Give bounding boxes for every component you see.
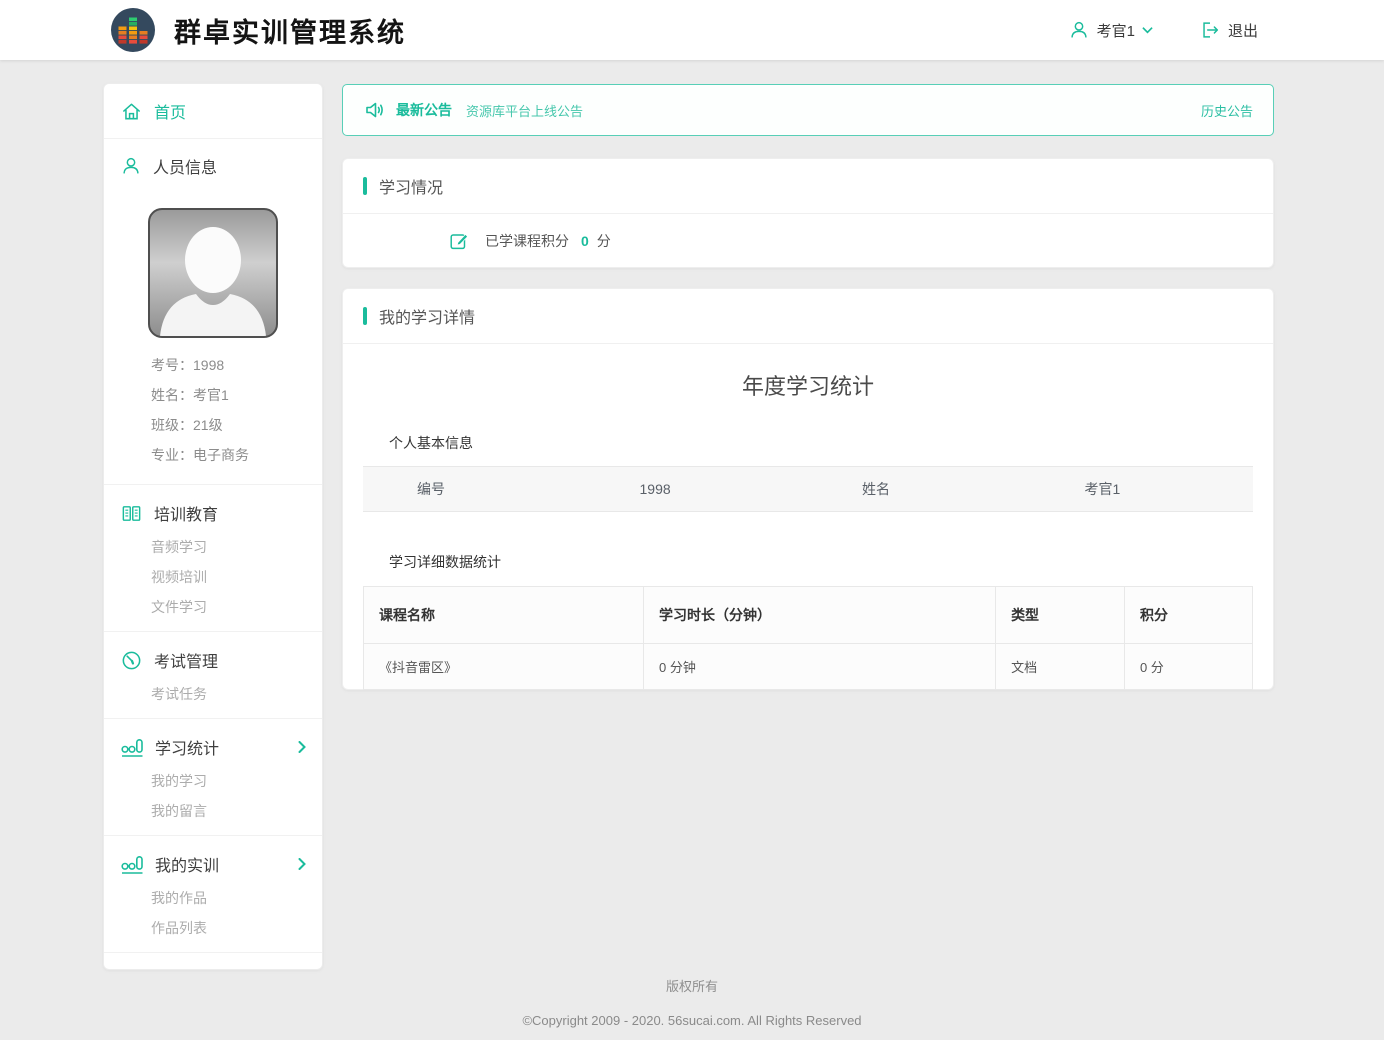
chevron-right-icon — [298, 858, 306, 870]
sidebar-item-audio-study[interactable]: 音频学习 — [104, 532, 322, 562]
table-header-row: 课程名称 学习时长（分钟） 类型 积分 — [364, 587, 1253, 644]
sidebar-item-file-study[interactable]: 文件学习 — [104, 592, 322, 622]
sidebar-item-label: 人员信息 — [153, 154, 217, 178]
app-header: 群卓实训管理系统 考官1 退出 — [0, 0, 1384, 60]
sidebar: 首页 人员信息 考号：1998 姓名：考官1 班级：21级 专业：电子商务 — [103, 83, 323, 970]
accent-bar — [363, 307, 367, 325]
study-status-title: 学习情况 — [379, 174, 443, 198]
cell-course-name: 《抖音雷区》 — [364, 644, 644, 690]
sidebar-item-label: 首页 — [154, 99, 186, 123]
logout-icon — [1199, 19, 1221, 41]
sidebar-item-study-statistics[interactable]: 学习统计 — [104, 728, 322, 766]
profile-grade: 班级：21级 — [151, 410, 322, 440]
copyright-line1: 版权所有 — [0, 976, 1384, 995]
announcement-link[interactable]: 资源库平台上线公告 — [466, 101, 583, 120]
user-name: 考官1 — [1097, 20, 1135, 41]
sidebar-group-label: 学习统计 — [155, 735, 219, 759]
sidebar-item-profile[interactable]: 人员信息 — [104, 139, 322, 193]
profile-exam-no: 考号：1998 — [151, 350, 322, 380]
avatar — [148, 208, 278, 338]
sidebar-item-training-education[interactable]: 培训教育 — [104, 494, 322, 532]
bar-chart-icon — [120, 852, 144, 876]
history-announcements-link[interactable]: 历史公告 — [1201, 101, 1253, 120]
col-study-duration: 学习时长（分钟） — [644, 587, 996, 644]
sidebar-item-works-list[interactable]: 作品列表 — [104, 913, 322, 943]
divider — [104, 952, 322, 953]
credit-row: 已学课程积分 0 分 — [343, 214, 1273, 268]
table-row: 《抖音雷区》 0 分钟 文档 0 分 — [364, 644, 1253, 690]
open-book-icon — [120, 502, 143, 525]
basic-id-value: 1998 — [586, 481, 809, 497]
credit-unit: 分 — [597, 231, 611, 251]
sidebar-group-training: 培训教育 音频学习 视频培训 文件学习 — [104, 485, 322, 631]
user-icon — [1068, 19, 1090, 41]
bar-chart-icon — [120, 735, 144, 759]
cell-credits: 0 分 — [1124, 644, 1252, 690]
announcement-bar: 最新公告 资源库平台上线公告 历史公告 — [342, 84, 1274, 136]
sidebar-group-my-practice: 我的实训 我的作品 作品列表 — [104, 836, 322, 952]
speaker-icon — [363, 98, 387, 122]
col-course-name: 课程名称 — [364, 587, 644, 644]
compass-clock-icon — [120, 649, 143, 672]
sidebar-item-my-works[interactable]: 我的作品 — [104, 883, 322, 913]
home-icon — [120, 100, 143, 123]
cell-type: 文档 — [996, 644, 1125, 690]
sidebar-group-study-stats: 学习统计 我的学习 我的留言 — [104, 719, 322, 835]
basic-info-label: 个人基本信息 — [389, 433, 1253, 453]
basic-id-label: 编号 — [363, 479, 586, 499]
equalizer-logo-icon — [110, 7, 156, 53]
credit-label: 已学课程积分 — [485, 231, 569, 251]
study-detail-title: 我的学习详情 — [379, 304, 475, 328]
logout-button[interactable]: 退出 — [1199, 19, 1258, 41]
profile-info: 考号：1998 姓名：考官1 班级：21级 专业：电子商务 — [151, 350, 322, 470]
accent-bar — [363, 177, 367, 195]
col-type: 类型 — [996, 587, 1125, 644]
sidebar-item-my-messages[interactable]: 我的留言 — [104, 796, 322, 826]
chevron-down-icon — [1142, 26, 1153, 34]
app-logo: 群卓实训管理系统 — [110, 7, 406, 53]
sidebar-item-my-study[interactable]: 我的学习 — [104, 766, 322, 796]
sidebar-group-label: 我的实训 — [155, 852, 219, 876]
edit-icon — [448, 230, 470, 252]
detail-stats-label: 学习详细数据统计 — [389, 552, 1253, 572]
sidebar-group-exam: 考试管理 考试任务 — [104, 632, 322, 718]
study-detail-card: 我的学习详情 年度学习统计 个人基本信息 编号 1998 姓名 考官1 学习详细… — [342, 288, 1274, 690]
basic-info-row: 编号 1998 姓名 考官1 — [363, 466, 1253, 512]
study-status-header: 学习情况 — [343, 159, 1273, 214]
sidebar-group-label: 考试管理 — [154, 648, 218, 672]
sidebar-item-video-training[interactable]: 视频培训 — [104, 562, 322, 592]
cell-study-duration: 0 分钟 — [644, 644, 996, 690]
sidebar-item-exam-management[interactable]: 考试管理 — [104, 641, 322, 679]
copyright-line2: ©Copyright 2009 - 2020. 56sucai.com. All… — [0, 1013, 1384, 1028]
basic-name-label: 姓名 — [808, 479, 1031, 499]
credit-value: 0 — [581, 233, 589, 249]
logout-label: 退出 — [1228, 20, 1258, 41]
basic-name-value: 考官1 — [1031, 479, 1254, 499]
user-menu[interactable]: 考官1 — [1068, 19, 1153, 41]
study-status-card: 学习情况 已学课程积分 0 分 — [342, 158, 1274, 268]
page-footer: 版权所有 ©Copyright 2009 - 2020. 56sucai.com… — [0, 976, 1384, 1028]
sidebar-group-label: 培训教育 — [154, 501, 218, 525]
annual-stats-title: 年度学习统计 — [343, 344, 1273, 401]
person-icon — [120, 155, 142, 177]
study-detail-table: 课程名称 学习时长（分钟） 类型 积分 《抖音雷区》 0 分钟 文档 0 分 — [363, 586, 1253, 690]
sidebar-item-home[interactable]: 首页 — [104, 84, 322, 138]
profile-major: 专业：电子商务 — [151, 440, 322, 470]
study-detail-header: 我的学习详情 — [343, 289, 1273, 344]
col-credits: 积分 — [1124, 587, 1252, 644]
profile-name: 姓名：考官1 — [151, 380, 322, 410]
sidebar-item-exam-tasks[interactable]: 考试任务 — [104, 679, 322, 709]
latest-announcement-label: 最新公告 — [396, 100, 452, 120]
page-title: 群卓实训管理系统 — [174, 11, 406, 50]
sidebar-item-my-practice[interactable]: 我的实训 — [104, 845, 322, 883]
chevron-right-icon — [298, 741, 306, 753]
